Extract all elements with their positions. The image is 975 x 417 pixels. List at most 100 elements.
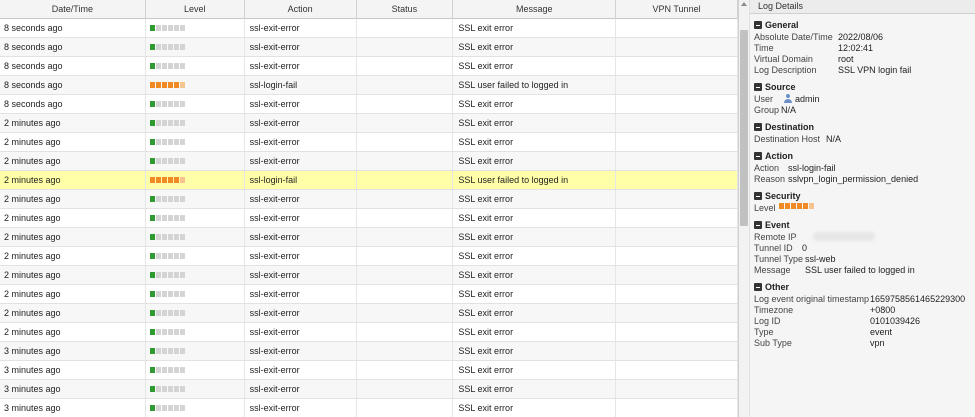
table-row[interactable]: 2 minutes ago ssl-exit-error SSL exit erro… [0, 266, 738, 285]
table-row[interactable]: 8 seconds ago ssl-exit-error SSL exit erro… [0, 57, 738, 76]
level-indicator-icon [149, 367, 185, 373]
column-header-level[interactable]: Level [146, 0, 245, 19]
cell-level [146, 285, 245, 303]
level-indicator-icon [149, 253, 185, 259]
sub-type-label: Sub Type [754, 338, 792, 348]
event-section: Event Remote IP Tunnel ID 0 Tunnel Type ss… [750, 218, 975, 276]
collapse-minus-icon[interactable] [754, 152, 762, 160]
cell-level [146, 209, 245, 227]
general-section-header[interactable]: General [754, 18, 975, 32]
column-header-action[interactable]: Action [245, 0, 357, 19]
cell-status [357, 380, 454, 398]
cell-action: ssl-exit-error [245, 399, 357, 417]
column-header-datetime[interactable]: Date/Time [0, 0, 146, 19]
collapse-minus-icon[interactable] [754, 83, 762, 91]
table-row[interactable]: 2 minutes ago ssl-exit-error SSL exit erro… [0, 323, 738, 342]
other-section-header[interactable]: Other [754, 280, 975, 294]
column-header-vpn-tunnel[interactable]: VPN Tunnel [616, 0, 738, 19]
cell-vpn-tunnel [616, 209, 738, 227]
table-row[interactable]: 2 minutes ago ssl-exit-error SSL exit erro… [0, 228, 738, 247]
cell-datetime: 3 minutes ago [0, 399, 146, 417]
table-row[interactable]: 2 minutes ago ssl-exit-error SSL exit erro… [0, 247, 738, 266]
security-section: Security Level [750, 189, 975, 214]
action-value: ssl-login-fail [788, 163, 836, 173]
message-label: Message [754, 265, 791, 275]
cell-vpn-tunnel [616, 95, 738, 113]
cell-action: ssl-exit-error [245, 285, 357, 303]
cell-level [146, 304, 245, 322]
level-indicator-icon [149, 82, 185, 88]
tunnel-id-label: Tunnel ID [754, 243, 793, 253]
user-icon [784, 94, 792, 103]
cell-status [357, 266, 454, 284]
table-row[interactable]: 2 minutes ago ssl-exit-error SSL exit erro… [0, 152, 738, 171]
cell-action: ssl-exit-error [245, 114, 357, 132]
level-indicator-icon [149, 272, 185, 278]
table-row[interactable]: 2 minutes ago ssl-exit-error SSL exit erro… [0, 190, 738, 209]
cell-datetime: 8 seconds ago [0, 57, 146, 75]
event-section-header[interactable]: Event [754, 218, 975, 232]
log-details-panel: Log Details General Absolute Date/Time 20… [749, 0, 975, 417]
column-header-message[interactable]: Message [453, 0, 617, 19]
cell-datetime: 2 minutes ago [0, 190, 146, 208]
collapse-minus-icon[interactable] [754, 283, 762, 291]
table-row[interactable]: 8 seconds ago ssl-exit-error SSL exit erro… [0, 95, 738, 114]
timezone-value: +0800 [870, 305, 896, 315]
cell-level [146, 190, 245, 208]
table-row[interactable]: 3 minutes ago ssl-exit-error SSL exit erro… [0, 380, 738, 399]
table-row[interactable]: 2 minutes ago ssl-exit-error SSL exit erro… [0, 114, 738, 133]
tunnel-type-label: Tunnel Type [754, 254, 804, 264]
table-row[interactable]: 3 minutes ago ssl-exit-error SSL exit erro… [0, 399, 738, 417]
cell-vpn-tunnel [616, 171, 738, 189]
table-row[interactable]: 8 seconds ago ssl-exit-error SSL exit erro… [0, 38, 738, 57]
table-row[interactable]: 8 seconds ago ssl-login-fail SSL user fail… [0, 76, 738, 95]
table-row[interactable]: 2 minutes ago ssl-login-fail SSL user fail… [0, 171, 738, 190]
cell-datetime: 3 minutes ago [0, 361, 146, 379]
table-row[interactable]: 2 minutes ago ssl-exit-error SSL exit erro… [0, 133, 738, 152]
action-section-header[interactable]: Action [754, 149, 975, 163]
user-value[interactable]: admin [795, 94, 820, 105]
source-section-header[interactable]: Source [754, 80, 975, 94]
level-indicator-icon [149, 348, 185, 354]
cell-status [357, 171, 454, 189]
table-row[interactable]: 2 minutes ago ssl-exit-error SSL exit erro… [0, 285, 738, 304]
scroll-up-arrow-icon[interactable] [741, 2, 747, 6]
table-scrollbar[interactable] [739, 0, 749, 417]
cell-action: ssl-exit-error [245, 247, 357, 265]
cell-level [146, 76, 245, 94]
cell-message: SSL exit error [453, 399, 617, 417]
cell-message: SSL exit error [453, 57, 617, 75]
cell-action: ssl-exit-error [245, 133, 357, 151]
virtual-domain-value: root [838, 54, 854, 64]
collapse-minus-icon[interactable] [754, 123, 762, 131]
collapse-minus-icon[interactable] [754, 221, 762, 229]
cell-level [146, 361, 245, 379]
time-label: Time [754, 43, 774, 53]
table-row[interactable]: 2 minutes ago ssl-exit-error SSL exit erro… [0, 209, 738, 228]
cell-vpn-tunnel [616, 76, 738, 94]
security-section-header[interactable]: Security [754, 189, 975, 203]
table-row[interactable]: 8 seconds ago ssl-exit-error SSL exit erro… [0, 19, 738, 38]
cell-message: SSL exit error [453, 323, 617, 341]
level-indicator-icon [149, 310, 185, 316]
level-indicator-icon [149, 63, 185, 69]
cell-datetime: 2 minutes ago [0, 285, 146, 303]
cell-datetime: 2 minutes ago [0, 304, 146, 322]
cell-action: ssl-exit-error [245, 38, 357, 56]
table-row[interactable]: 3 minutes ago ssl-exit-error SSL exit erro… [0, 342, 738, 361]
collapse-minus-icon[interactable] [754, 21, 762, 29]
table-row[interactable]: 3 minutes ago ssl-exit-error SSL exit erro… [0, 361, 738, 380]
cell-status [357, 133, 454, 151]
cell-action: ssl-exit-error [245, 19, 357, 37]
cell-message: SSL exit error [453, 152, 617, 170]
scrollbar-thumb[interactable] [740, 30, 748, 226]
tunnel-id-value: 0 [802, 243, 808, 253]
reason-value: sslvpn_login_permission_denied [788, 174, 919, 184]
cell-datetime: 8 seconds ago [0, 76, 146, 94]
collapse-minus-icon[interactable] [754, 192, 762, 200]
cell-status [357, 285, 454, 303]
destination-section-header[interactable]: Destination [754, 120, 975, 134]
column-header-status[interactable]: Status [357, 0, 454, 19]
log-description-label: Log Description [754, 65, 817, 75]
table-row[interactable]: 2 minutes ago ssl-exit-error SSL exit erro… [0, 304, 738, 323]
